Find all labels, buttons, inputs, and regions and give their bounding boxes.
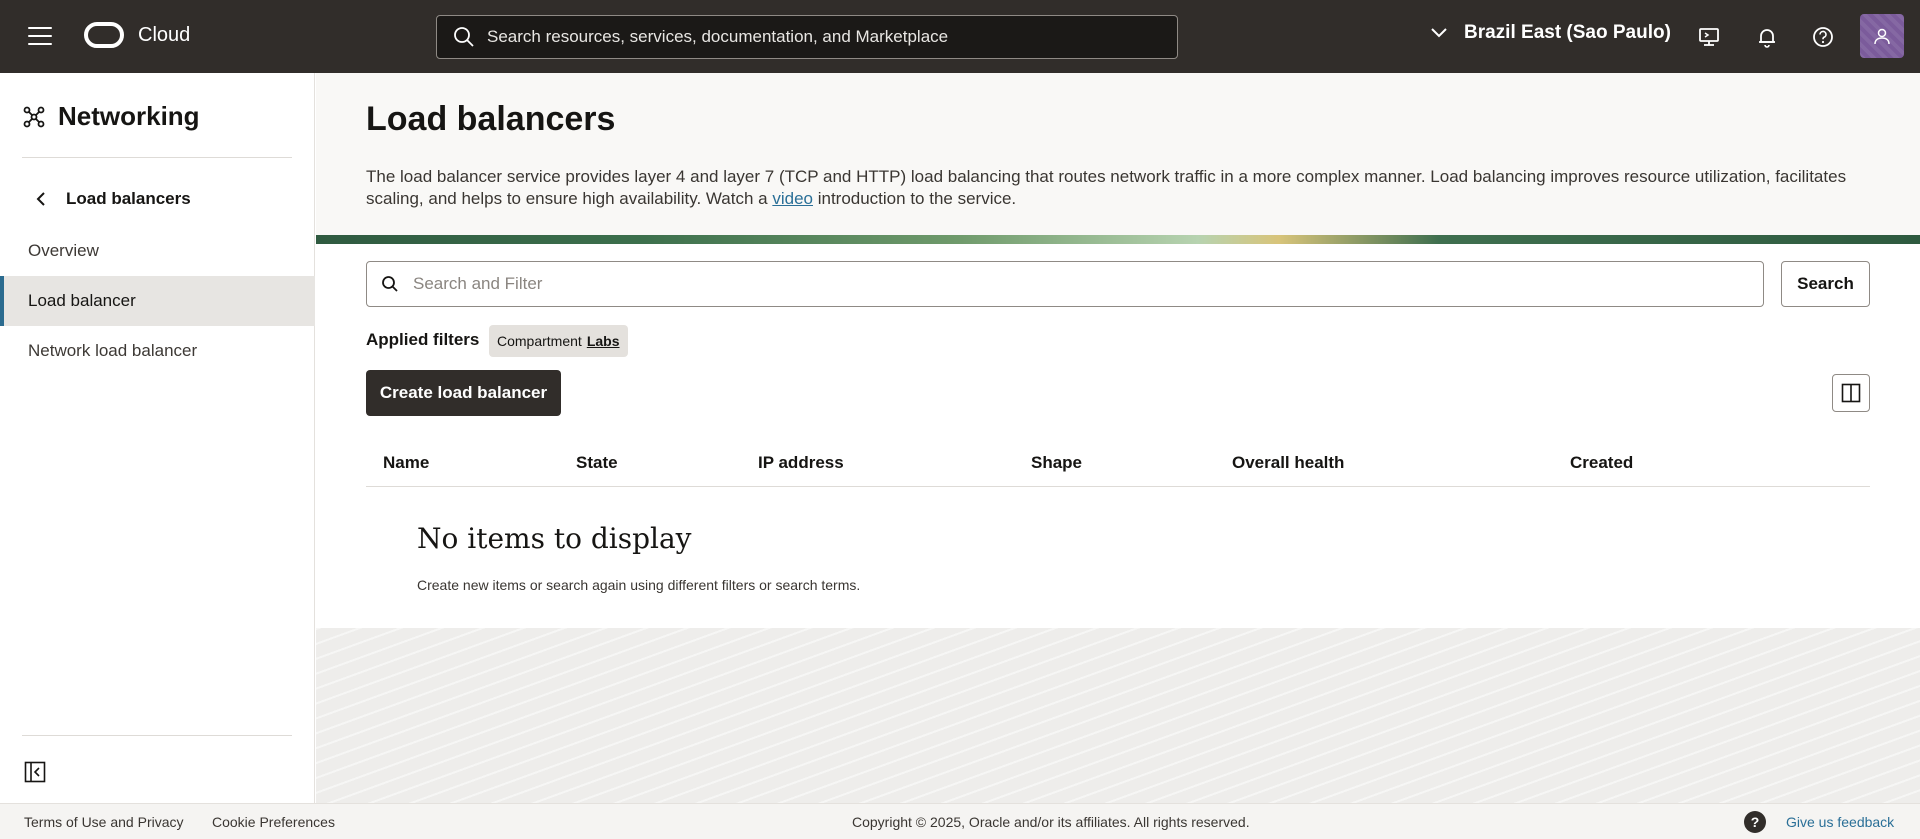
cookie-preferences-link[interactable]: Cookie Preferences xyxy=(212,814,335,830)
top-bar: Cloud Brazil East (Sao Paulo) xyxy=(0,0,1920,73)
empty-state-subtitle: Create new items or search again using d… xyxy=(417,577,861,593)
decorative-banner xyxy=(316,235,1920,244)
column-header-name[interactable]: Name xyxy=(383,453,429,473)
search-filter-input[interactable] xyxy=(413,274,1713,294)
table-header: Name State IP address Shape Overall heal… xyxy=(366,447,1870,487)
chip-key: Compartment xyxy=(497,333,582,349)
divider xyxy=(22,157,292,158)
sidebar-title-text: Networking xyxy=(58,101,200,131)
divider xyxy=(22,735,292,736)
back-label: Load balancers xyxy=(66,189,191,208)
sidebar-item-label: Network load balancer xyxy=(28,341,198,360)
column-header-ip-address[interactable]: IP address xyxy=(758,453,844,473)
column-header-created[interactable]: Created xyxy=(1570,453,1633,473)
empty-state-title: No items to display xyxy=(417,522,692,555)
column-settings-button[interactable] xyxy=(1832,374,1870,412)
cloud-shell-icon[interactable] xyxy=(1696,24,1722,50)
column-header-shape[interactable]: Shape xyxy=(1031,453,1082,473)
region-label: Brazil East (Sao Paulo) xyxy=(1464,22,1671,43)
column-header-overall-health[interactable]: Overall health xyxy=(1232,453,1344,473)
footer: Terms of Use and Privacy Cookie Preferen… xyxy=(0,803,1920,839)
search-icon xyxy=(454,27,474,47)
brand[interactable]: Cloud xyxy=(84,22,190,48)
page-description: The load balancer service provides layer… xyxy=(366,166,1856,210)
sidebar-item-load-balancer[interactable]: Load balancer xyxy=(0,276,315,326)
oracle-logo xyxy=(84,22,124,48)
sidebar-item-network-load-balancer[interactable]: Network load balancer xyxy=(0,326,315,376)
sidebar-item-overview[interactable]: Overview xyxy=(0,226,315,276)
compartment-filter-chip[interactable]: Compartment Labs xyxy=(489,325,628,357)
terms-link[interactable]: Terms of Use and Privacy xyxy=(24,814,184,830)
help-icon[interactable]: ? xyxy=(1744,811,1766,833)
sidebar: Networking Load balancers Overview Load … xyxy=(0,73,315,803)
page-title: Load balancers xyxy=(366,100,616,138)
columns-icon xyxy=(1841,383,1861,403)
bell-icon[interactable] xyxy=(1754,24,1780,50)
chevron-left-icon xyxy=(36,192,45,206)
description-text-end: introduction to the service. xyxy=(812,189,1017,208)
search-button[interactable]: Search xyxy=(1781,261,1870,307)
description-text: The load balancer service provides layer… xyxy=(366,167,1847,208)
feedback-link[interactable]: Give us feedback xyxy=(1786,814,1894,830)
chevron-down-icon xyxy=(1431,28,1447,38)
column-header-state[interactable]: State xyxy=(576,453,618,473)
sidebar-item-label: Load balancer xyxy=(28,291,136,310)
video-link[interactable]: video xyxy=(772,189,813,208)
global-search[interactable] xyxy=(436,15,1178,59)
page-header xyxy=(316,73,1920,235)
global-search-input[interactable] xyxy=(487,27,1137,47)
create-load-balancer-button[interactable]: Create load balancer xyxy=(366,370,561,416)
menu-icon[interactable] xyxy=(28,27,52,47)
collapse-sidebar-icon[interactable] xyxy=(24,761,46,783)
user-avatar-icon[interactable] xyxy=(1860,14,1904,58)
sidebar-item-label: Overview xyxy=(28,241,99,260)
search-icon xyxy=(382,276,398,292)
chip-value[interactable]: Labs xyxy=(587,333,620,349)
help-icon[interactable] xyxy=(1810,24,1836,50)
back-to-load-balancers[interactable]: Load balancers xyxy=(36,189,191,209)
background-pattern xyxy=(316,628,1920,803)
copyright: Copyright © 2025, Oracle and/or its affi… xyxy=(852,814,1250,830)
search-filter[interactable] xyxy=(366,261,1764,307)
applied-filters-label: Applied filters xyxy=(366,330,480,349)
networking-icon xyxy=(23,106,45,127)
sidebar-title: Networking xyxy=(22,101,200,132)
region-selector[interactable]: Brazil East (Sao Paulo) xyxy=(1430,22,1671,44)
brand-text: Cloud xyxy=(138,23,191,46)
